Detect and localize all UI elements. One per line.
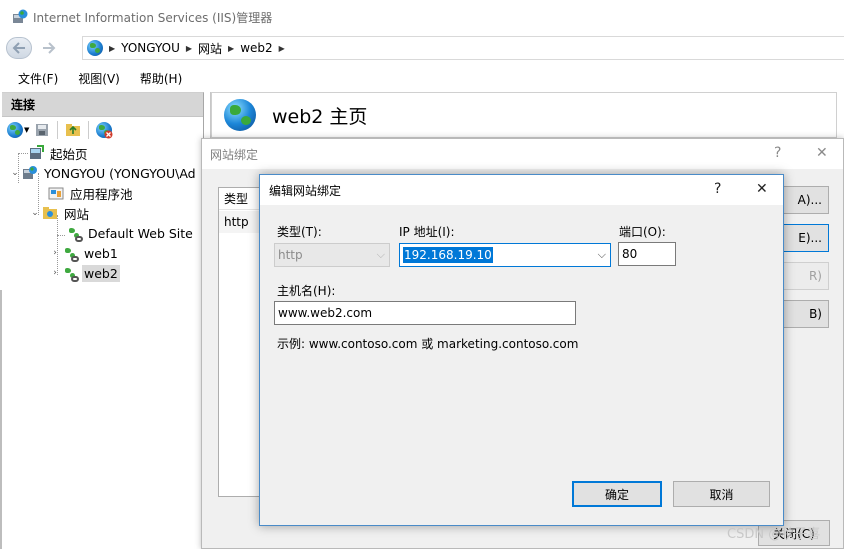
website-globe-icon xyxy=(224,99,256,131)
host-name-example: 示例: www.contoso.com 或 marketing.contoso.… xyxy=(277,337,579,351)
breadcrumb-server[interactable]: YONGYOU xyxy=(121,41,180,55)
menu-help[interactable]: 帮助(H) xyxy=(140,70,182,87)
tree-item-web1[interactable]: › web1 xyxy=(50,243,120,263)
tree-item-app-pools[interactable]: 应用程序池 xyxy=(36,183,135,203)
connections-panel: 连接 ▼ 起始页 ⌄ YONGYOU (YONGYOU\Ad 应用程序池 ⌄ 网… xyxy=(2,92,204,549)
home-header: web2 主页 xyxy=(211,92,837,138)
tree-item-start-page[interactable]: 起始页 xyxy=(16,143,90,163)
breadcrumb-sites[interactable]: 网站 xyxy=(198,40,222,57)
globe-icon xyxy=(87,40,103,56)
folder-up-icon[interactable] xyxy=(64,121,82,139)
back-button[interactable] xyxy=(6,37,32,59)
ip-address-value: 192.168.19.10 xyxy=(403,247,493,263)
tree-label: Default Web Site xyxy=(88,225,193,241)
chevron-right-icon: ▶ xyxy=(228,43,235,53)
dialog-title: 编辑网站绑定 xyxy=(269,183,342,198)
chevron-right-icon: ▶ xyxy=(109,43,116,53)
expanded-chevron-icon[interactable]: ⌄ xyxy=(30,208,40,218)
website-globe-icon xyxy=(62,245,79,262)
ip-address-label: IP 地址(I): xyxy=(399,225,455,239)
tree-item-web2[interactable]: › web2 xyxy=(50,263,120,283)
menu-view[interactable]: 视图(V) xyxy=(78,70,120,87)
breadcrumb-web2[interactable]: web2 xyxy=(240,41,272,55)
port-input[interactable]: 80 xyxy=(618,242,676,266)
host-name-value: www.web2.com xyxy=(278,306,373,320)
type-label: 类型(T): xyxy=(277,225,322,239)
site-bindings-titlebar: 网站绑定 ? ✕ xyxy=(202,139,843,169)
host-name-input[interactable]: www.web2.com xyxy=(274,301,576,325)
menu-file[interactable]: 文件(F) xyxy=(18,70,58,87)
edit-binding-titlebar: 编辑网站绑定 ? ✕ xyxy=(260,175,783,205)
collapsed-chevron-icon[interactable]: › xyxy=(50,268,60,278)
tree-label: 起始页 xyxy=(50,146,88,162)
tree-label: web2 xyxy=(82,264,120,282)
tree-item-default-web-site[interactable]: Default Web Site xyxy=(54,223,195,243)
app-pool-icon xyxy=(48,185,64,201)
dropdown-arrow-icon[interactable]: ▼ xyxy=(24,126,29,134)
tree-label: 应用程序池 xyxy=(70,186,133,202)
chevron-down-icon[interactable]: ⌵ xyxy=(598,248,606,262)
cancel-button[interactable]: 取消 xyxy=(673,481,770,507)
toolbar-divider xyxy=(88,121,90,139)
website-globe-icon xyxy=(62,265,79,282)
edit-binding-dialog: 编辑网站绑定 ? ✕ 类型(T): http ⌵ IP 地址(I): 192.1… xyxy=(259,174,784,526)
address-field[interactable]: ▶ YONGYOU ▶ 网站 ▶ web2 ▶ xyxy=(82,36,844,60)
connections-header: 连接 xyxy=(2,93,203,117)
dialog-title: 网站绑定 xyxy=(210,147,259,162)
tree-item-server[interactable]: ⌄ YONGYOU (YONGYOU\Ad xyxy=(10,163,198,183)
type-select[interactable]: http ⌵ xyxy=(274,243,390,267)
tree-label: 网站 xyxy=(64,206,90,222)
chevron-down-icon: ⌵ xyxy=(376,248,385,261)
tree-label: web1 xyxy=(84,245,118,261)
toolbar-divider xyxy=(57,121,59,139)
address-bar: ▶ YONGYOU ▶ 网站 ▶ web2 ▶ xyxy=(0,34,844,62)
expanded-chevron-icon[interactable]: ⌄ xyxy=(10,168,20,178)
tree-item-sites[interactable]: ⌄ 网站 xyxy=(30,203,91,223)
host-name-label: 主机名(H): xyxy=(277,284,336,298)
port-label: 端口(O): xyxy=(619,225,666,239)
left-edge xyxy=(0,290,2,549)
help-button[interactable]: ? xyxy=(714,181,721,197)
sites-folder-icon xyxy=(42,205,58,221)
menu-bar: 文件(F) 视图(V) 帮助(H) xyxy=(0,66,844,90)
start-page-icon xyxy=(28,145,44,161)
tree-label: YONGYOU (YONGYOU\Ad xyxy=(44,165,196,181)
ok-button[interactable]: 确定 xyxy=(572,481,662,507)
connections-toolbar: ▼ xyxy=(2,117,203,143)
close-button[interactable]: ✕ xyxy=(756,181,768,197)
chevron-right-icon[interactable]: ▶ xyxy=(279,44,285,53)
ip-address-combobox[interactable]: 192.168.19.10 ⌵ xyxy=(399,243,611,267)
close-button[interactable]: ✕ xyxy=(816,145,828,161)
save-icon[interactable] xyxy=(33,121,51,139)
forward-button[interactable] xyxy=(38,37,60,59)
website-globe-icon xyxy=(66,225,83,242)
iis-app-icon xyxy=(12,9,28,25)
page-title: web2 主页 xyxy=(272,105,368,128)
chevron-right-icon: ▶ xyxy=(185,43,193,53)
help-button[interactable]: ? xyxy=(774,145,781,161)
disconnect-icon[interactable] xyxy=(95,121,113,139)
port-value: 80 xyxy=(622,247,638,261)
server-icon xyxy=(22,165,38,181)
connect-globe-icon[interactable] xyxy=(6,121,24,139)
title-bar: Internet Information Services (IIS)管理器 xyxy=(0,0,844,34)
collapsed-chevron-icon[interactable]: › xyxy=(50,248,60,258)
window-title: Internet Information Services (IIS)管理器 xyxy=(33,10,273,25)
type-value: http xyxy=(278,248,303,262)
watermark: CSDN @秋子喜 xyxy=(727,527,821,542)
